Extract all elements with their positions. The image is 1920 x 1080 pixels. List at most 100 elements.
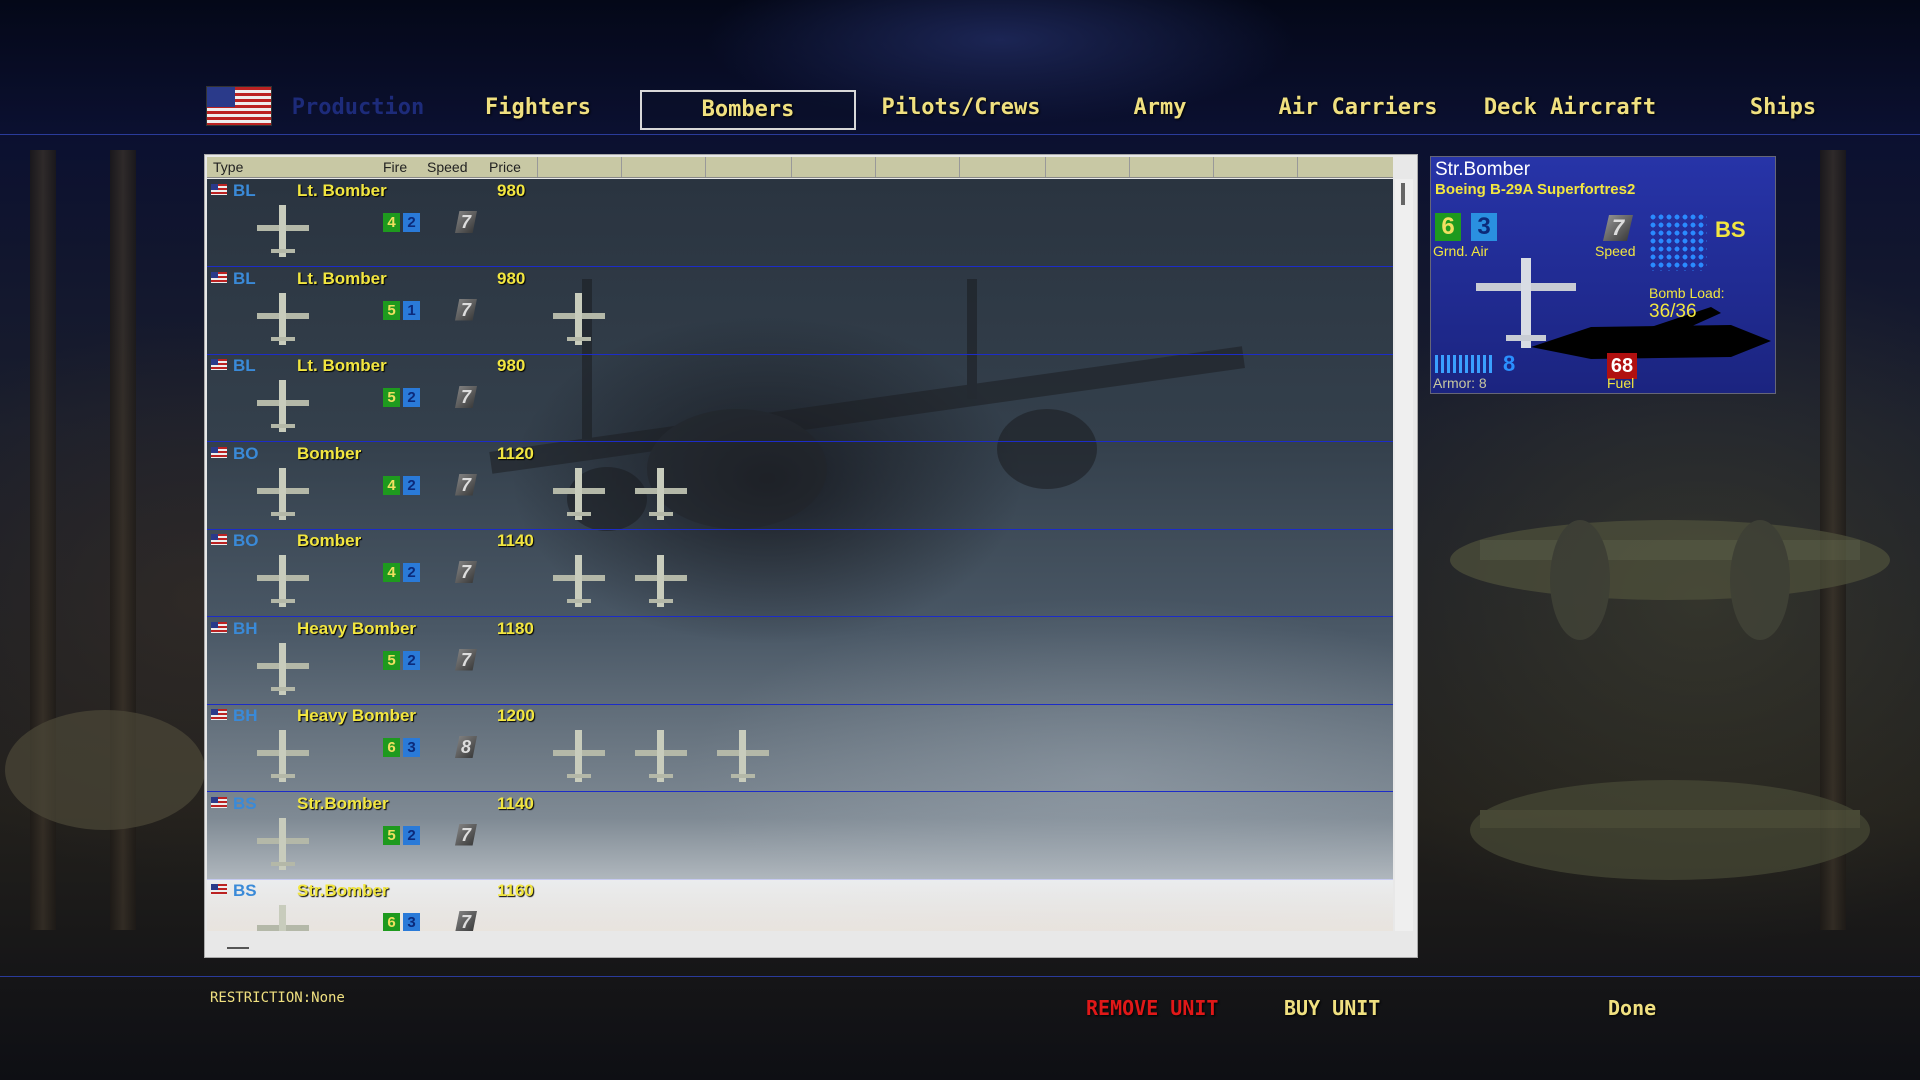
row-price: 1140 (497, 531, 534, 550)
detail-fuel-label: Fuel (1607, 375, 1635, 391)
unit-row[interactable]: BS Str.Bomber 1160 6 3 7 (207, 879, 1393, 931)
row-ground-fire: 4 (383, 213, 400, 232)
unit-row[interactable]: BL Lt. Bomber 980 4 2 7 (207, 179, 1393, 267)
row-flag-icon (211, 884, 227, 895)
row-air-fire: 2 (403, 213, 420, 232)
col-header-type[interactable]: Type (213, 159, 243, 175)
armor-bars-icon (1435, 355, 1493, 373)
remove-unit-button[interactable]: REMOVE UNIT (1086, 996, 1218, 1020)
row-price: 1160 (497, 881, 534, 900)
unit-row[interactable]: BO Bomber 1140 4 2 7 (207, 529, 1393, 617)
row-ground-fire: 4 (383, 563, 400, 582)
row-ground-fire: 6 (383, 738, 400, 757)
list-scrollbar[interactable] (1395, 179, 1413, 931)
row-flag-icon (211, 184, 227, 195)
col-header-speed[interactable]: Speed (427, 159, 467, 175)
row-air-fire: 2 (403, 825, 420, 845)
background-plane-icon (1470, 780, 1870, 880)
row-air-fire: 2 (403, 563, 420, 582)
unit-list-panel: Type Fire Speed Price BL Lt. Bomber 980 4 2 7… (204, 154, 1418, 958)
bomb-load-grid-icon (1649, 213, 1707, 271)
tab-fighters[interactable]: Fighters (466, 90, 610, 126)
row-price: 1200 (497, 706, 535, 725)
detail-bomb-load-value: 36/36 (1649, 301, 1697, 322)
row-speed-icon: 7 (455, 648, 477, 671)
row-unit-code: BH (233, 618, 258, 638)
unit-detail-panel: Str.Bomber Boeing B-29A Superfortres2 6 … (1430, 156, 1776, 394)
unit-list-body[interactable]: BL Lt. Bomber 980 4 2 7 BL Lt. Bomber 980 5 1 7 BL Lt… (207, 179, 1393, 931)
done-button[interactable]: Done (1608, 996, 1656, 1020)
row-speed-icon: 7 (455, 561, 477, 583)
row-ground-fire: 4 (383, 475, 400, 495)
row-unit-type: Str.Bomber (297, 793, 389, 813)
bottom-divider (0, 976, 1920, 977)
buy-unit-button[interactable]: BUY UNIT (1284, 996, 1380, 1020)
row-unit-code: BL (233, 181, 256, 200)
row-air-fire: 3 (403, 913, 420, 931)
row-flag-icon (211, 709, 227, 720)
row-price: 980 (497, 181, 526, 200)
tab-production[interactable]: Production (278, 90, 438, 126)
row-unit-code: BO (233, 531, 259, 550)
nav-divider-top (0, 134, 1920, 135)
col-header-price[interactable]: Price (489, 159, 521, 175)
tab-air-carriers[interactable]: Air Carriers (1264, 90, 1452, 126)
row-unit-code: BO (233, 443, 259, 463)
detail-air-attack: 3 (1471, 213, 1497, 241)
unit-row[interactable]: BH Heavy Bomber 1200 6 3 8 (207, 704, 1393, 792)
tab-ships[interactable]: Ships (1738, 90, 1828, 126)
row-ground-fire: 5 (383, 388, 400, 407)
detail-unit-name: Boeing B-29A Superfortres2 (1435, 181, 1636, 198)
row-owned-plane-icon (629, 726, 693, 791)
row-speed-icon: 7 (455, 211, 477, 233)
detail-bomb-load-label: Bomb Load: (1649, 285, 1725, 301)
detail-speed-icon: 7 (1603, 215, 1633, 241)
row-plane-icon (253, 201, 313, 266)
row-unit-code: BH (233, 706, 258, 725)
unit-row[interactable]: BO Bomber 1120 4 2 7 (207, 442, 1393, 530)
row-owned-plane-icon (711, 726, 775, 791)
row-plane-icon (253, 639, 313, 704)
unit-row[interactable]: BS Str.Bomber 1140 5 2 7 (207, 792, 1393, 880)
row-ground-fire: 6 (383, 913, 400, 931)
detail-ground-attack: 6 (1435, 213, 1461, 241)
row-price: 980 (497, 356, 526, 375)
background-plane-icon (1450, 520, 1890, 640)
list-scrollbar-thumb[interactable] (1401, 183, 1405, 205)
row-air-fire: 3 (403, 738, 420, 757)
list-footer-tick (227, 947, 249, 949)
col-header-fire[interactable]: Fire (383, 159, 407, 175)
unit-row[interactable]: BL Lt. Bomber 980 5 2 7 (207, 354, 1393, 442)
row-flag-icon (211, 534, 227, 545)
row-plane-icon (253, 901, 313, 931)
row-unit-type: Bomber (297, 531, 362, 550)
row-owned-plane-icon (629, 551, 693, 616)
row-speed-icon: 8 (455, 736, 477, 758)
row-price: 1180 (497, 618, 534, 638)
tab-bombers[interactable]: Bombers (640, 90, 856, 130)
row-flag-icon (211, 359, 227, 370)
tab-pilots-crews[interactable]: Pilots/Crews (866, 90, 1056, 126)
row-flag-icon (211, 621, 227, 633)
row-air-fire: 2 (403, 475, 420, 495)
tab-army[interactable]: Army (1110, 90, 1210, 126)
row-price: 980 (497, 268, 526, 288)
unit-row[interactable]: BH Heavy Bomber 1180 5 2 7 (207, 617, 1393, 705)
nation-flag-icon (206, 86, 272, 126)
tab-deck-aircraft[interactable]: Deck Aircraft (1470, 90, 1670, 126)
unit-row[interactable]: BL Lt. Bomber 980 5 1 7 (207, 267, 1393, 355)
row-speed-icon: 7 (455, 911, 477, 931)
detail-unit-type: Str.Bomber (1435, 159, 1531, 180)
row-owned-plane-icon (547, 464, 611, 529)
row-price: 1140 (497, 793, 534, 813)
row-owned-plane-icon (547, 726, 611, 791)
row-plane-icon (253, 289, 313, 354)
row-unit-code: BS (233, 793, 257, 813)
detail-armor-value: 8 (1503, 351, 1516, 376)
row-price: 1120 (497, 443, 534, 463)
row-plane-icon (253, 464, 313, 529)
detail-armor-label: Armor: 8 (1433, 375, 1487, 391)
detail-class-code: BS (1715, 217, 1746, 242)
row-unit-code: BL (233, 268, 256, 288)
row-owned-plane-icon (629, 464, 693, 529)
